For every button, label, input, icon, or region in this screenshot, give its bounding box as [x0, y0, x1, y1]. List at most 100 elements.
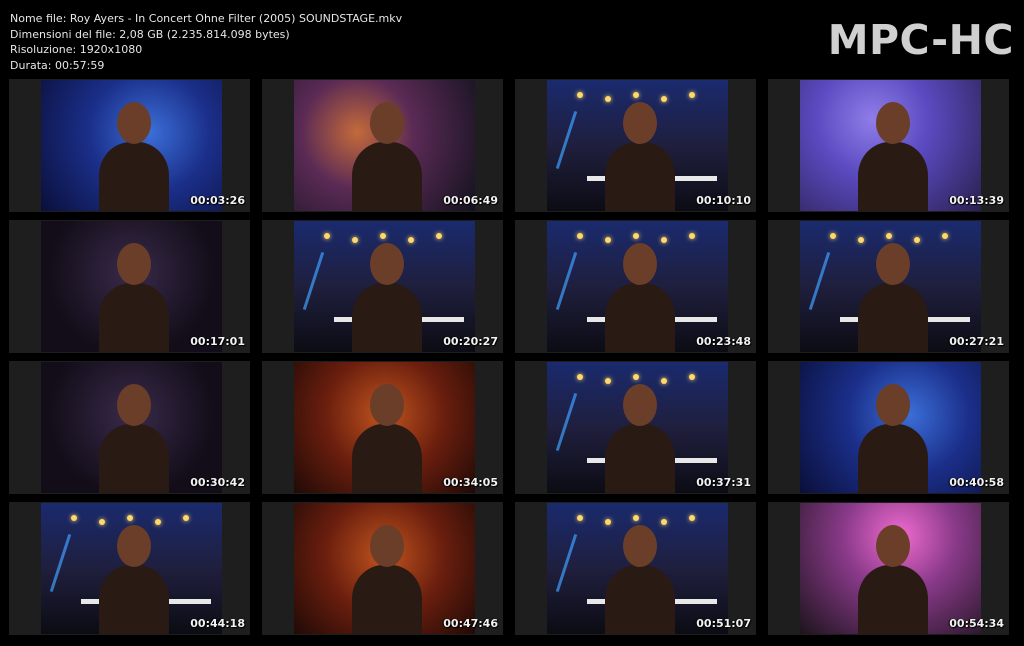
thumbnail-cell: 00:27:21 [768, 220, 1009, 353]
thumbnail-cell: 00:30:42 [9, 361, 250, 494]
performer-head [370, 243, 404, 285]
performer-figure [605, 565, 675, 634]
performer-head [117, 243, 151, 285]
stage-light [605, 378, 611, 384]
thumbnail-cell: 00:03:26 [9, 79, 250, 212]
thumbnail-cell: 00:37:31 [515, 361, 756, 494]
stage-light [689, 515, 695, 521]
thumbnail-cell: 00:47:46 [262, 502, 503, 635]
performer-head [370, 102, 404, 144]
file-name-text: Nome file: Roy Ayers - In Concert Ohne F… [10, 12, 403, 25]
thumbnail-timestamp: 00:23:48 [696, 335, 751, 348]
thumbnail-frame-image [800, 221, 981, 352]
thumbnail-frame-image [547, 80, 728, 211]
stage-light [577, 515, 583, 521]
performer-head [876, 102, 910, 144]
thumbnail-cell: 00:40:58 [768, 361, 1009, 494]
mpc-hc-logo: MPC-HC [827, 16, 1014, 64]
stage-light [408, 237, 414, 243]
performer-head [876, 525, 910, 567]
resolution-text: Risoluzione: 1920x1080 [10, 43, 143, 56]
performer-figure [858, 142, 928, 211]
performer-figure [352, 424, 422, 493]
stage-light [71, 515, 77, 521]
light-beam [555, 252, 578, 310]
performer-head [117, 384, 151, 426]
performer-figure [352, 142, 422, 211]
thumbnail-cell: 00:13:39 [768, 79, 1009, 212]
stage-light [352, 237, 358, 243]
performer-figure [858, 283, 928, 352]
light-beam [808, 252, 831, 310]
performer-figure [605, 142, 675, 211]
stage-light [661, 519, 667, 525]
file-size-text: Dimensioni del file: 2,08 GB (2.235.814.… [10, 27, 290, 41]
performer-head [117, 102, 151, 144]
performer-head [370, 384, 404, 426]
stage-light [830, 233, 836, 239]
thumbnail-frame-image [41, 362, 222, 493]
stage-light [436, 233, 442, 239]
thumbnail-frame-image [294, 503, 475, 634]
thumbnail-timestamp: 00:44:18 [190, 617, 245, 630]
thumbnail-frame-image [547, 503, 728, 634]
thumbnail-timestamp: 00:10:10 [696, 194, 751, 207]
thumbnail-frame-image [41, 503, 222, 634]
light-beam [302, 252, 325, 310]
stage-light [661, 237, 667, 243]
thumbnail-frame-image [547, 362, 728, 493]
thumbnail-frame-image [294, 80, 475, 211]
performer-head [370, 525, 404, 567]
thumbnail-frame-image [800, 80, 981, 211]
performer-figure [99, 142, 169, 211]
stage-light [577, 374, 583, 380]
stage-light [689, 233, 695, 239]
thumbnail-frame-image [294, 362, 475, 493]
thumbnail-timestamp: 00:47:46 [443, 617, 498, 630]
thumbnail-timestamp: 00:34:05 [443, 476, 498, 489]
thumbnail-timestamp: 00:13:39 [949, 194, 1004, 207]
stage-light [661, 96, 667, 102]
stage-light [914, 237, 920, 243]
thumbnail-timestamp: 00:27:21 [949, 335, 1004, 348]
thumbnail-timestamp: 00:51:07 [696, 617, 751, 630]
stage-light [127, 515, 133, 521]
stage-light [661, 378, 667, 384]
thumbnail-timestamp: 00:03:26 [190, 194, 245, 207]
performer-figure [605, 283, 675, 352]
performer-figure [858, 565, 928, 634]
thumbnail-timestamp: 00:37:31 [696, 476, 751, 489]
thumbnail-cell: 00:20:27 [262, 220, 503, 353]
performer-figure [858, 424, 928, 493]
performer-head [117, 525, 151, 567]
thumbnail-timestamp: 00:30:42 [190, 476, 245, 489]
stage-light [605, 519, 611, 525]
thumbnail-timestamp: 00:54:34 [949, 617, 1004, 630]
performer-head [623, 384, 657, 426]
thumbnail-timestamp: 00:40:58 [949, 476, 1004, 489]
performer-head [623, 525, 657, 567]
performer-figure [352, 283, 422, 352]
thumbnail-frame-image [800, 362, 981, 493]
thumbnail-cell: 00:10:10 [515, 79, 756, 212]
light-beam [555, 111, 578, 169]
thumbnail-cell: 00:06:49 [262, 79, 503, 212]
thumbnail-frame-image [294, 221, 475, 352]
stage-light [380, 233, 386, 239]
stage-light [577, 233, 583, 239]
performer-head [623, 102, 657, 144]
stage-light [605, 96, 611, 102]
duration-text: Durata: 00:57:59 [10, 58, 105, 72]
light-beam [49, 534, 72, 592]
thumbnail-timestamp: 00:17:01 [190, 335, 245, 348]
performer-figure [99, 565, 169, 634]
thumbnail-timestamp: 00:06:49 [443, 194, 498, 207]
stage-light [155, 519, 161, 525]
thumbnail-cell: 00:51:07 [515, 502, 756, 635]
stage-light [942, 233, 948, 239]
performer-head [876, 384, 910, 426]
thumbnail-cell: 00:54:34 [768, 502, 1009, 635]
performer-head [623, 243, 657, 285]
thumbnail-grid: 00:03:26 00:06:49 00:10:10 00:13:39 00:17:01… [9, 79, 1015, 635]
performer-figure [605, 424, 675, 493]
